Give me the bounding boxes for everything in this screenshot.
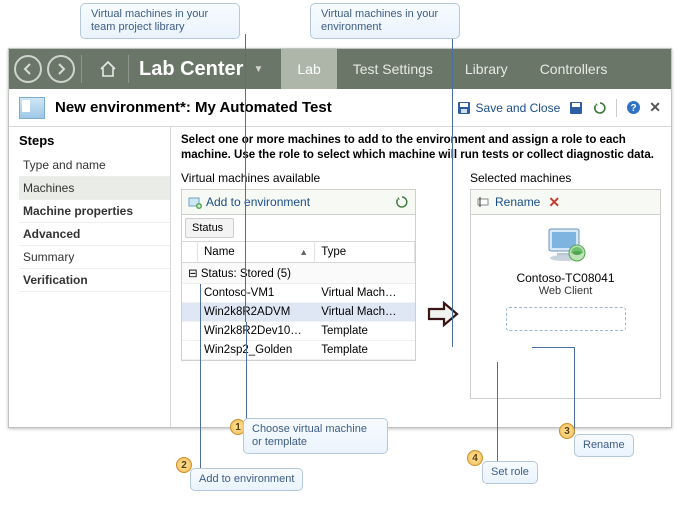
table-row[interactable]: Contoso-VM1Virtual Mach… — [182, 284, 415, 303]
add-icon — [188, 195, 202, 209]
app-switcher-dropdown[interactable]: ▼ — [253, 64, 263, 75]
group-row[interactable]: ⊟ Status: Stored (5) — [182, 263, 415, 284]
steps-sidebar: Steps Type and name Machines Machine pro… — [9, 127, 171, 427]
help-icon[interactable]: ? — [625, 100, 641, 116]
column-name[interactable]: Name▲ — [198, 242, 315, 262]
annotation-environment: Virtual machines in your environment — [310, 3, 460, 39]
connector-line — [452, 34, 453, 347]
header-bar: Lab Center ▼ Lab Test Settings Library C… — [9, 49, 671, 89]
callout-choose-vm: Choose virtual machine or template — [243, 418, 388, 454]
connector-line — [245, 34, 246, 322]
save-and-close-button[interactable]: Save and Close — [456, 100, 561, 116]
selected-vm-name: Contoso-TC08041 — [516, 271, 614, 285]
tab-lab[interactable]: Lab — [281, 49, 336, 89]
table-row[interactable]: Win2k8R2ADVMVirtual Mach… — [182, 303, 415, 322]
refresh-list-icon[interactable] — [395, 195, 409, 209]
divider — [128, 55, 129, 83]
selected-area: Contoso-TC08041 Web Client — [470, 215, 661, 399]
tab-library[interactable]: Library — [449, 49, 524, 89]
environment-icon — [19, 97, 45, 119]
connector-line — [246, 322, 247, 419]
refresh-icon[interactable] — [592, 100, 608, 116]
step-number-4: 4 — [467, 450, 483, 466]
rename-button[interactable]: Rename — [477, 195, 540, 209]
connector-line — [532, 347, 574, 348]
tab-controllers[interactable]: Controllers — [524, 49, 624, 89]
available-grid: Status Name▲ Type ⊟ Status: Stored (5) C… — [181, 215, 416, 361]
instruction-text: Select one or more machines to add to th… — [181, 133, 661, 163]
sort-asc-icon: ▲ — [299, 247, 308, 257]
annotation-library: Virtual machines in your team project li… — [80, 3, 240, 39]
divider — [81, 55, 82, 83]
rename-icon — [477, 195, 491, 209]
steps-heading: Steps — [19, 133, 170, 148]
home-button[interactable] — [94, 55, 122, 83]
status-filter[interactable]: Status — [185, 218, 234, 238]
expand-column — [182, 242, 198, 262]
step-verification[interactable]: Verification — [19, 269, 170, 292]
body: Steps Type and name Machines Machine pro… — [9, 127, 671, 427]
computer-icon[interactable] — [543, 227, 589, 265]
subheader: New environment*: My Automated Test Save… — [9, 89, 671, 127]
back-button[interactable] — [14, 55, 42, 83]
step-machine-properties[interactable]: Machine properties — [19, 200, 170, 223]
available-machines-panel: Virtual machines available Add to enviro… — [181, 171, 416, 399]
role-dropzone[interactable] — [506, 307, 626, 331]
rename-label: Rename — [495, 195, 540, 209]
callout-add-env: Add to environment — [190, 468, 303, 491]
app-title: Lab Center — [139, 58, 243, 81]
add-label: Add to environment — [206, 195, 310, 209]
column-type[interactable]: Type — [315, 242, 415, 262]
available-toolbar: Add to environment — [181, 189, 416, 215]
connector-line — [497, 362, 498, 461]
available-heading: Virtual machines available — [181, 171, 416, 185]
connector-line — [574, 347, 575, 434]
save-label: Save and Close — [476, 101, 561, 115]
connector-line — [200, 284, 201, 468]
transfer-arrow-icon — [426, 297, 460, 334]
selected-machines-panel: Selected machines Rename ✕ — [470, 171, 661, 399]
save-icon-small[interactable] — [568, 100, 584, 116]
selected-toolbar: Rename ✕ — [470, 189, 661, 215]
filter-bar: Status — [182, 215, 415, 242]
remove-button[interactable]: ✕ — [548, 194, 560, 211]
step-machines[interactable]: Machines — [19, 177, 170, 200]
table-row[interactable]: Win2k8R2Dev10SP1Template — [182, 322, 415, 341]
app-window: Lab Center ▼ Lab Test Settings Library C… — [8, 48, 672, 428]
save-icon — [456, 100, 472, 116]
step-number-3: 3 — [559, 423, 575, 439]
step-summary[interactable]: Summary — [19, 246, 170, 269]
step-type-and-name[interactable]: Type and name — [19, 154, 170, 177]
table-row[interactable]: Win2sp2_GoldenTemplate — [182, 341, 415, 360]
divider — [616, 99, 617, 117]
close-button[interactable]: ✕ — [649, 99, 661, 116]
callout-rename: Rename — [574, 434, 634, 457]
page-title: New environment*: My Automated Test — [55, 99, 332, 116]
forward-button[interactable] — [47, 55, 75, 83]
callout-set-role: Set role — [482, 461, 538, 484]
grid-header: Name▲ Type — [182, 242, 415, 263]
step-advanced[interactable]: Advanced — [19, 223, 170, 246]
add-to-environment-button[interactable]: Add to environment — [188, 195, 310, 209]
selected-vm-role: Web Client — [539, 285, 593, 297]
tab-test-settings[interactable]: Test Settings — [337, 49, 449, 89]
svg-text:?: ? — [630, 103, 636, 114]
selected-heading: Selected machines — [470, 171, 661, 185]
